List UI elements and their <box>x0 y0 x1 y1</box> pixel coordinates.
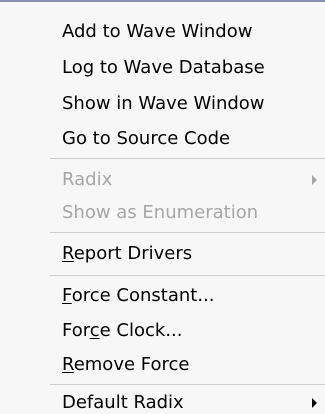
menu-item-force-constant[interactable]: Force Constant... <box>50 279 325 313</box>
menu-item-show-as-enumeration[interactable]: Show as Enumeration <box>50 196 325 230</box>
menu-item-mnemonic: c <box>89 320 100 341</box>
menu-item-label: Remove Force <box>62 354 189 375</box>
menu-item-label-suffix: emove Force <box>73 354 190 375</box>
menu-item-label: Show as Enumeration <box>62 202 259 223</box>
menu-item-default-radix[interactable]: Default Radix <box>50 386 325 414</box>
menu-icon-gutter <box>0 2 50 414</box>
menu-separator <box>50 232 325 233</box>
menu-item-add-to-wave-window[interactable]: Add to Wave Window <box>50 15 325 49</box>
menu-item-log-to-wave-database[interactable]: Log to Wave Database <box>50 51 325 85</box>
chevron-right-icon <box>312 175 317 185</box>
menu-item-mnemonic: R <box>62 354 74 375</box>
menu-item-label: Log to Wave Database <box>62 57 265 78</box>
menu-separator <box>50 384 325 385</box>
menu-item-force-clock[interactable]: Force Clock... <box>50 314 325 348</box>
menu-item-label: Default Radix <box>62 392 184 413</box>
menu-item-label-suffix: e Clock... <box>99 320 183 341</box>
menu-item-label: Force Clock... <box>62 320 183 341</box>
menu-item-label: Radix <box>62 169 113 190</box>
menu-item-label-suffix: orce Constant... <box>71 285 215 306</box>
chevron-right-icon <box>312 398 317 408</box>
context-menu: Add to Wave Window Log to Wave Database … <box>0 0 325 414</box>
menu-item-label: Show in Wave Window <box>62 93 265 114</box>
menu-item-label-suffix: eport Drivers <box>73 243 193 264</box>
menu-item-label: Go to Source Code <box>62 128 231 149</box>
menu-item-mnemonic: F <box>62 285 72 306</box>
menu-item-report-drivers[interactable]: Report Drivers <box>50 237 325 271</box>
menu-item-go-to-source-code[interactable]: Go to Source Code <box>50 122 325 156</box>
menu-separator <box>50 275 325 276</box>
menu-item-label: Add to Wave Window <box>62 21 253 42</box>
menu-item-radix[interactable]: Radix <box>50 163 325 197</box>
menu-item-label: Force Constant... <box>62 285 215 306</box>
menu-item-show-in-wave-window[interactable]: Show in Wave Window <box>50 87 325 121</box>
menu-item-label: Report Drivers <box>62 243 192 264</box>
menu-item-label-prefix: For <box>62 320 90 341</box>
menu-item-remove-force[interactable]: Remove Force <box>50 348 325 382</box>
menu-separator <box>50 158 325 159</box>
menu-item-mnemonic: R <box>62 243 74 264</box>
